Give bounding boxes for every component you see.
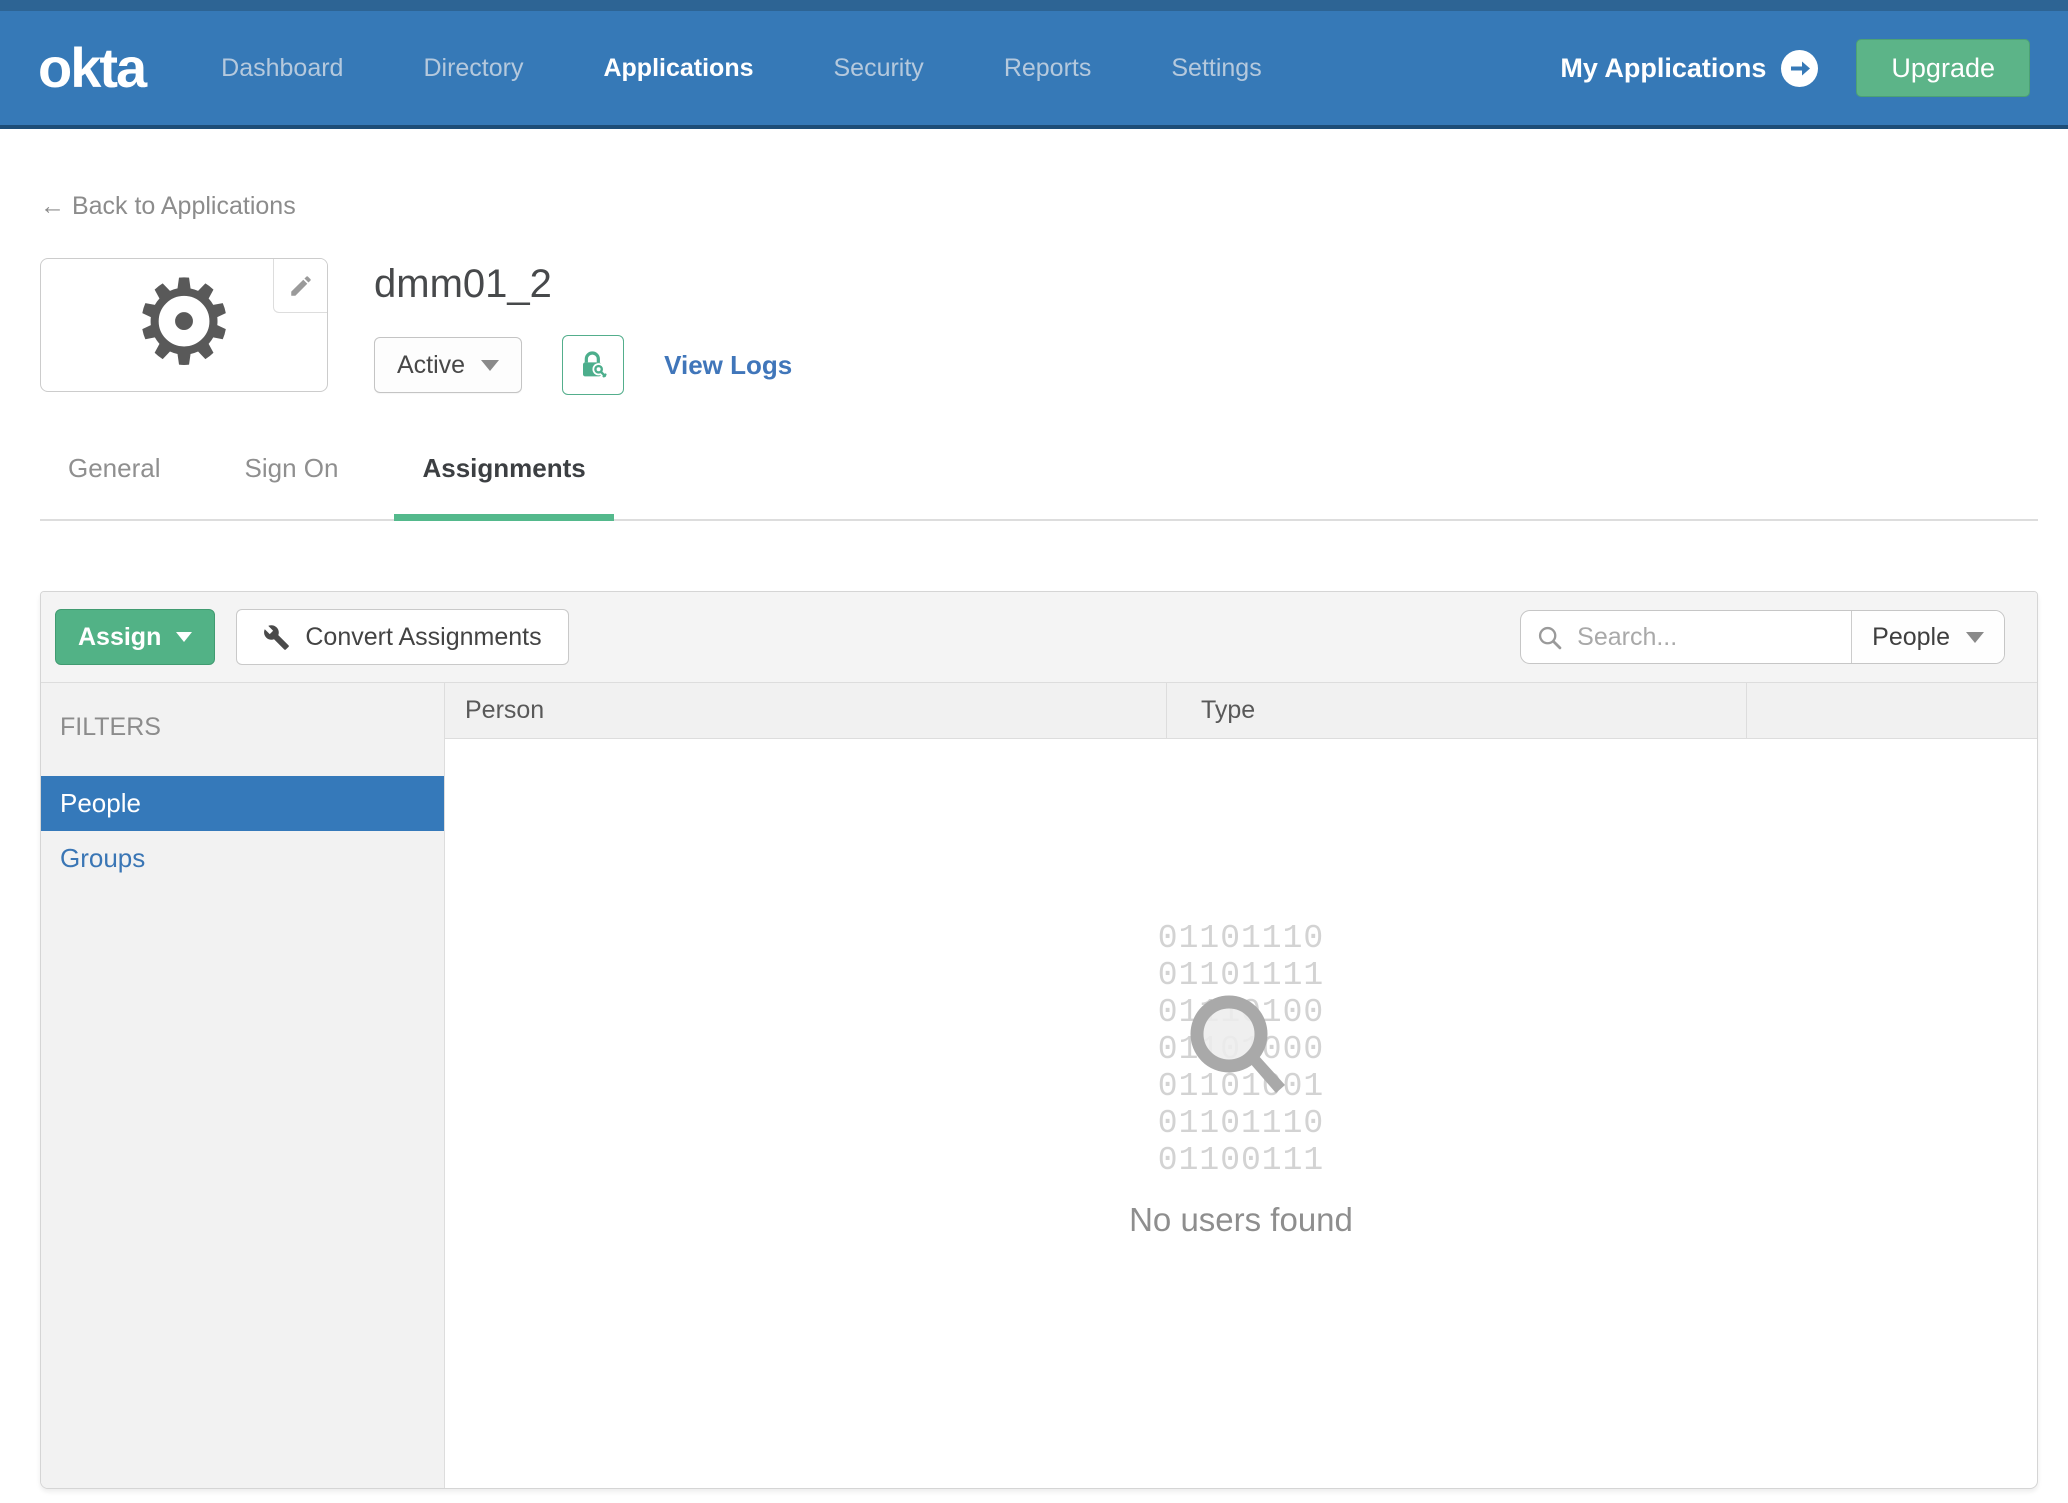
top-navbar: okta Dashboard Directory Applications Se… [0, 11, 2068, 129]
app-logo-box: ⚙ [40, 258, 328, 392]
column-header-person: Person [445, 683, 1167, 738]
filter-item-groups[interactable]: Groups [41, 831, 444, 886]
app-controls: Active View Logs [374, 335, 792, 395]
binary-line: 01101110 [1157, 1105, 1325, 1142]
gear-icon: ⚙ [131, 253, 237, 391]
filters-sidebar: FILTERS People Groups [41, 683, 445, 1488]
arrow-right-circle-icon [1781, 49, 1819, 87]
primary-nav: Dashboard Directory Applications Securit… [221, 54, 1262, 83]
filters-list: People Groups [41, 776, 444, 886]
tab-general[interactable]: General [40, 453, 189, 521]
empty-state-message: No users found [1129, 1201, 1353, 1238]
convert-assignments-button[interactable]: Convert Assignments [236, 609, 569, 665]
chevron-down-icon [176, 632, 193, 642]
my-applications-link[interactable]: My Applications [1560, 49, 1819, 87]
upgrade-button[interactable]: Upgrade [1856, 39, 2030, 97]
app-status-label: Active [397, 350, 466, 379]
browser-chrome-strip [0, 0, 2068, 11]
view-logs-link[interactable]: View Logs [664, 350, 792, 381]
magnifier-icon [1539, 626, 1562, 650]
nav-right-group: My Applications Upgrade [1560, 39, 2030, 97]
search-group: People [1520, 610, 2005, 664]
empty-state: 01101110 01101111 01110100 01101000 0110… [445, 739, 2037, 1488]
search-scope-label: People [1872, 622, 1950, 651]
column-header-type: Type [1167, 683, 1747, 738]
nav-item-settings[interactable]: Settings [1171, 54, 1261, 83]
my-applications-label: My Applications [1560, 52, 1767, 83]
app-status-dropdown[interactable]: Active [374, 337, 523, 393]
wrench-icon [264, 624, 290, 650]
app-title: dmm01_2 [374, 262, 552, 306]
binary-line: 01101111 [1157, 957, 1325, 994]
chevron-down-icon [1966, 631, 1984, 643]
filter-item-people[interactable]: People [41, 776, 444, 831]
tab-sign-on[interactable]: Sign On [217, 453, 367, 521]
assignments-panel: Assign Convert Assignments People [40, 591, 2038, 1489]
nav-item-security[interactable]: Security [834, 54, 924, 83]
sign-on-policy-button[interactable] [562, 335, 625, 395]
assignments-table: Person Type 01101110 01101111 01110100 0… [445, 683, 2037, 1488]
pencil-icon [290, 275, 311, 296]
convert-assignments-label: Convert Assignments [305, 622, 542, 651]
magnifier-icon [1190, 995, 1285, 1093]
column-header-actions [1747, 683, 2037, 738]
search-input[interactable] [1521, 611, 1852, 663]
nav-item-directory[interactable]: Directory [423, 54, 523, 83]
app-header-right: dmm01_2 Active View Logs [374, 258, 792, 395]
lock-key-icon [583, 351, 607, 378]
panel-body: FILTERS People Groups Person Type 011011… [41, 683, 2037, 1488]
chevron-down-icon [481, 359, 500, 371]
search-scope-dropdown[interactable]: People [1851, 611, 2004, 663]
back-to-applications-link[interactable]: ← Back to Applications [40, 192, 296, 221]
app-header: ⚙ dmm01_2 Active View Logs [40, 258, 2068, 395]
binary-art: 01101110 01101111 01110100 01101000 0110… [1158, 920, 1324, 1179]
edit-logo-button[interactable] [273, 259, 327, 313]
search-box [1521, 611, 1852, 663]
nav-item-applications[interactable]: Applications [603, 54, 753, 83]
nav-item-reports[interactable]: Reports [1004, 54, 1092, 83]
nav-item-dashboard[interactable]: Dashboard [221, 54, 343, 83]
binary-line: 01101110 [1157, 920, 1325, 957]
tab-assignments[interactable]: Assignments [394, 453, 614, 521]
assignments-toolbar: Assign Convert Assignments People [41, 592, 2037, 683]
table-header-row: Person Type [445, 683, 2037, 739]
app-tabs: General Sign On Assignments [40, 453, 2038, 521]
assign-button-label: Assign [78, 622, 162, 651]
binary-line: 01100111 [1157, 1142, 1325, 1179]
filters-heading: FILTERS [60, 713, 161, 741]
okta-logo[interactable]: okta [38, 40, 147, 96]
assign-button[interactable]: Assign [55, 609, 216, 665]
